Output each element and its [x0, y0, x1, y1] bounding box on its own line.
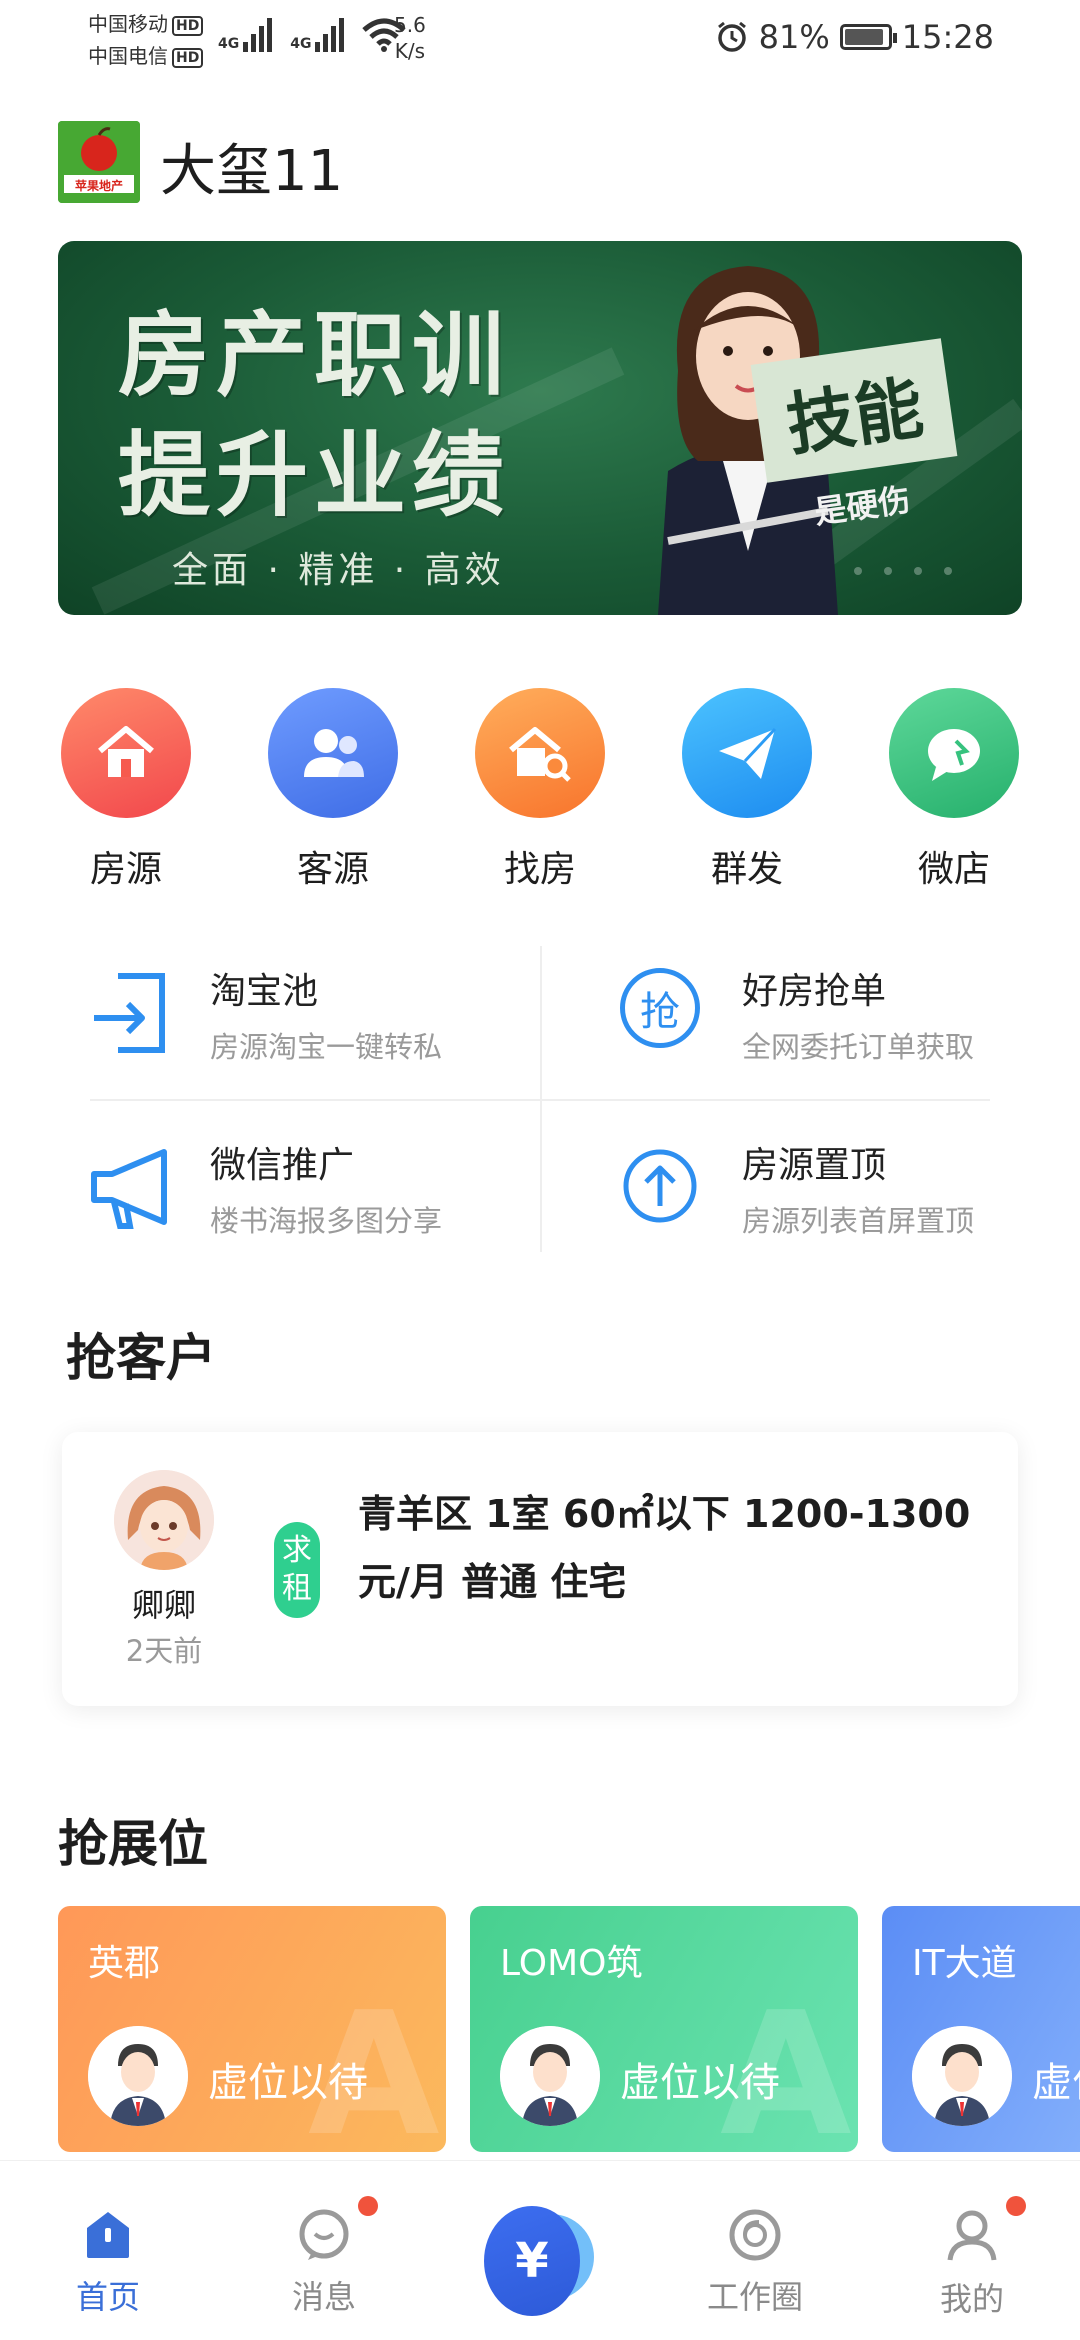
battery-icon	[839, 24, 897, 50]
signal-group: 4G 4G	[218, 18, 407, 52]
customer-name: 卿卿	[131, 1586, 196, 1624]
quick-action-broadcast[interactable]: 群发	[682, 688, 812, 892]
clock: 15:28	[901, 18, 994, 56]
quick-action-label: 客源	[296, 849, 369, 890]
messages-unread-dot	[358, 2196, 378, 2216]
quick-action-label: 群发	[710, 849, 783, 890]
rent-tag: 求租	[274, 1522, 320, 1618]
nav-label-mine: 我的	[939, 2280, 1004, 2318]
person-placeholder-icon	[912, 2026, 1012, 2126]
nav-label-work-circle: 工作圈	[706, 2278, 803, 2316]
promo-banner[interactable]: 房产职训 提升业绩 全面 · 精准 · 高效 技能 是硬伤	[58, 241, 1022, 615]
nav-label-messages: 消息	[291, 2278, 356, 2316]
status-right: 81% 15:28	[715, 18, 994, 56]
banner-line-2: 提升业绩	[118, 421, 511, 529]
yuan-symbol: ¥	[515, 2233, 549, 2289]
grab-order-icon: 抢	[620, 968, 700, 1048]
person-placeholder-icon	[88, 2026, 188, 2126]
feature-subtitle: 房源淘宝一键转私	[210, 1030, 443, 1064]
booth-card-it-avenue[interactable]: IT大道 虚位以待	[882, 1906, 1080, 2152]
feature-taobao-pool[interactable]: 淘宝池 房源淘宝一键转私	[88, 960, 508, 1080]
bottom-nav: 首页 消息 ¥ 工作圈 我的	[0, 2160, 1080, 2340]
feature-divider-horizontal	[90, 1099, 990, 1101]
nav-divider	[0, 2160, 1080, 2161]
feature-wechat-promo[interactable]: 微信推广 楼书海报多图分享	[88, 1134, 508, 1254]
signal-icon	[243, 18, 273, 52]
feature-title: 淘宝池	[210, 971, 319, 1012]
customer-time: 2天前	[125, 1634, 203, 1668]
nav-messages[interactable]: 消息	[254, 2208, 394, 2318]
booth-vacancy: 虚位以待	[620, 2060, 780, 2106]
paper-plane-icon	[682, 688, 812, 818]
hd-badge-1: HD	[172, 15, 204, 36]
section-title-grab-customer: 抢客户	[66, 1329, 216, 1387]
feature-subtitle: 全网委托订单获取	[742, 1030, 975, 1064]
chat-bubble-icon	[889, 688, 1019, 818]
booth-name: LOMO筑	[500, 1943, 643, 1984]
grab-order-icon-text: 抢	[640, 989, 680, 1035]
banner-subtitle: 全面 · 精准 · 高效	[172, 550, 505, 591]
carrier-1: 中国移动	[88, 12, 168, 36]
network-type-2: 4G	[290, 36, 312, 52]
feature-subtitle: 房源列表首屏置顶	[742, 1204, 975, 1238]
quick-action-label: 微店	[917, 849, 990, 890]
megaphone-icon	[91, 1149, 167, 1229]
alarm-icon	[717, 21, 746, 52]
status-carriers: 中国移动 HD 中国电信 HD	[88, 8, 204, 72]
profile-icon	[947, 2210, 997, 2261]
booth-vacancy: 虚位以待	[208, 2060, 368, 2106]
feature-pin-listing[interactable]: 房源置顶 房源列表首屏置顶	[620, 1134, 1040, 1254]
nav-work-circle[interactable]: 工作圈	[685, 2208, 825, 2318]
quick-action-listings[interactable]: 房源	[61, 688, 191, 892]
customer-request-card[interactable]: 卿卿 2天前 求租 青羊区 1室 60㎡以下 1200-1300 元/月 普通 …	[62, 1432, 1018, 1706]
request-line-1: 青羊区 1室 60㎡以下 1200-1300	[358, 1492, 971, 1536]
person-placeholder-icon	[500, 2026, 600, 2126]
hd-badge-2: HD	[172, 47, 204, 68]
quick-action-clients[interactable]: 客源	[268, 688, 398, 892]
yuan-icon: ¥	[484, 2206, 580, 2316]
house-icon	[61, 688, 191, 818]
house-search-icon	[475, 688, 605, 818]
net-speed-value: 5.6	[394, 13, 426, 37]
avatar	[114, 1470, 214, 1570]
home-icon	[87, 2212, 129, 2258]
quick-action-micro-store[interactable]: 微店	[889, 688, 1019, 892]
work-circle-icon	[729, 2209, 781, 2261]
quick-action-label: 找房	[503, 849, 576, 890]
feature-title: 微信推广	[210, 1145, 355, 1186]
banner-line-1: 房产职训	[118, 301, 511, 409]
booth-name: IT大道	[912, 1943, 1017, 1984]
quick-action-find-house[interactable]: 找房	[475, 688, 605, 892]
feature-subtitle: 楼书海报多图分享	[210, 1204, 443, 1238]
battery-percent: 81%	[758, 18, 830, 56]
booth-name: 英郡	[88, 1943, 161, 1984]
carrier-2: 中国电信	[88, 44, 168, 68]
message-icon	[299, 2209, 349, 2260]
users-icon	[268, 688, 398, 818]
network-type-1: 4G	[218, 36, 240, 52]
nav-home[interactable]: 首页	[38, 2208, 178, 2318]
net-speed-unit: K/s	[394, 39, 426, 63]
section-title-grab-booth: 抢展位	[58, 1815, 208, 1873]
arrow-up-circle-icon	[623, 1149, 697, 1223]
quick-action-label: 房源	[89, 849, 162, 890]
rent-tag-label: 求租	[282, 1533, 312, 1606]
company-logo: 苹果地产	[58, 121, 140, 203]
net-speed: 5.6 K/s	[394, 12, 426, 64]
feature-title: 好房抢单	[742, 971, 887, 1012]
agency-name: 大玺11	[160, 139, 344, 204]
logo-text: 苹果地产	[74, 179, 123, 193]
booth-card-lomo[interactable]: A LOMO筑 虚位以待	[470, 1906, 858, 2152]
booth-card-yingjun[interactable]: A 英郡 虚位以待	[58, 1906, 446, 2152]
signal-icon	[315, 18, 345, 52]
nav-mine[interactable]: 我的	[902, 2208, 1042, 2320]
booth-vacancy: 虚位以待	[1032, 2060, 1080, 2106]
feature-title: 房源置顶	[742, 1145, 887, 1186]
nav-center-wallet[interactable]: ¥	[484, 2206, 594, 2316]
exit-door-icon	[94, 973, 165, 1053]
feature-grab-listing[interactable]: 抢 好房抢单 全网委托订单获取	[620, 960, 1040, 1080]
mine-unread-dot	[1006, 2196, 1026, 2216]
nav-label-home: 首页	[75, 2278, 140, 2316]
request-line-2: 元/月 普通 住宅	[358, 1560, 627, 1604]
